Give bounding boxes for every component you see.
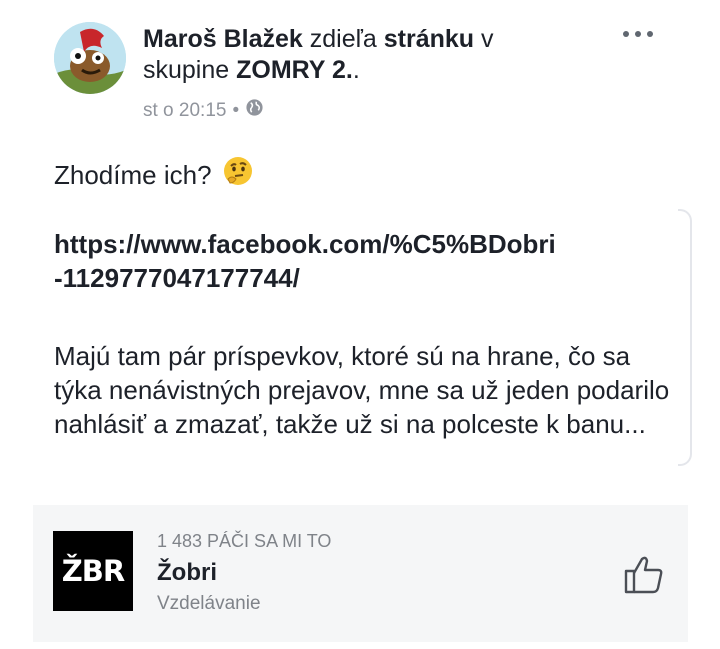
meta-separator: • <box>232 99 240 121</box>
shared-object-link[interactable]: stránku <box>384 25 474 53</box>
page-category: Vzdelávanie <box>157 593 261 614</box>
page-logo[interactable]: ŽBR <box>53 531 133 611</box>
header-period: . <box>352 56 360 84</box>
group-label: skupine <box>143 56 230 84</box>
globe-icon <box>245 98 264 123</box>
post-timestamp[interactable]: st o 20:15 <box>143 100 226 122</box>
shared-page-card[interactable]: ŽBR 1 483 PÁČI SA MI TO Žobri Vzdelávani… <box>33 505 688 642</box>
facebook-post: Maroš Blažek zdieľa stránku v skupine ZO… <box>0 0 720 649</box>
page-name[interactable]: Žobri <box>157 559 217 587</box>
share-action: zdieľa <box>309 25 377 53</box>
post-paragraph: Majú tam pár príspevkov, ktoré sú na hra… <box>54 341 670 439</box>
post-question: Zhodíme ich? <box>54 160 212 190</box>
group-name-link[interactable]: ZOMRY 2. <box>236 56 353 84</box>
post-link-line1[interactable]: https://www.facebook.com/%C5%BDobri <box>54 229 556 259</box>
post-link-line2[interactable]: -1129777047177744/ <box>54 263 300 293</box>
thumbs-up-icon[interactable] <box>621 551 667 597</box>
post-link[interactable]: https://www.facebook.com/%C5%BDobri -112… <box>54 227 674 295</box>
more-options-icon[interactable] <box>618 22 658 46</box>
author-avatar[interactable] <box>54 22 126 94</box>
scroll-edge <box>678 209 692 466</box>
post-text-line1: Zhodíme ich? <box>54 155 674 195</box>
post-header: Maroš Blažek zdieľa stránku v skupine ZO… <box>143 24 613 86</box>
avatar-image <box>54 22 126 94</box>
page-likes-count: 1 483 PÁČI SA MI TO <box>157 531 332 551</box>
author-name[interactable]: Maroš Blažek <box>143 25 303 53</box>
thinking-face-emoji <box>222 155 254 195</box>
preposition: v <box>481 25 494 53</box>
post-meta: st o 20:15 • <box>143 98 264 123</box>
